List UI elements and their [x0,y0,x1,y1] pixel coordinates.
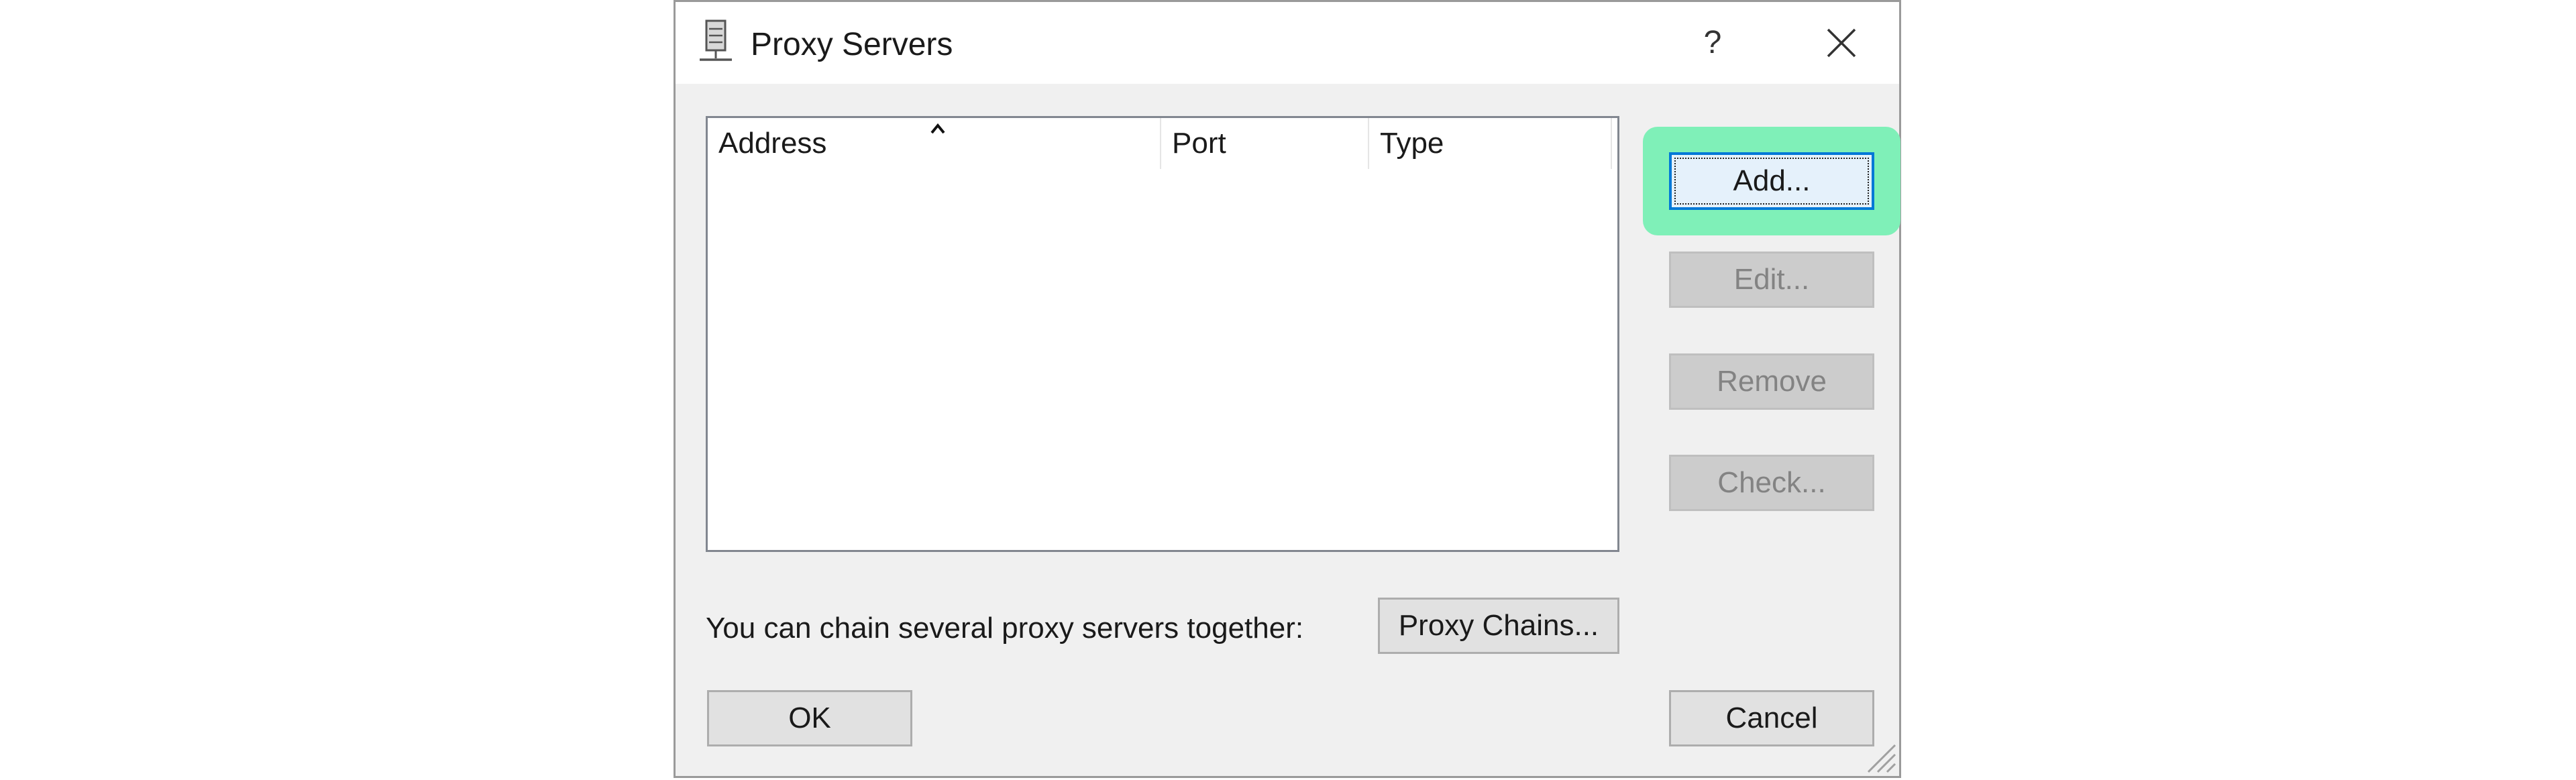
server-icon [700,19,732,61]
resize-grip-icon[interactable] [1859,736,1896,773]
column-header-label: Port [1172,127,1226,160]
column-header-port[interactable]: Port [1161,118,1369,169]
cancel-button[interactable]: Cancel [1669,690,1874,746]
proxy-chains-button[interactable]: Proxy Chains... [1378,598,1619,654]
remove-button[interactable]: Remove [1669,353,1874,410]
help-button[interactable]: ? [1686,19,1739,66]
title-bar: Proxy Servers ? [676,2,1899,84]
ok-button[interactable]: OK [707,690,912,746]
close-icon[interactable] [1815,19,1868,66]
add-button[interactable]: Add... [1669,152,1874,210]
column-header-type[interactable]: Type [1369,118,1612,169]
column-header-label: Address [718,127,827,160]
proxy-list[interactable]: Address Port Type [706,116,1619,552]
chain-description: You can chain several proxy servers toge… [706,612,1304,645]
edit-button[interactable]: Edit... [1669,252,1874,308]
sort-ascending-icon [930,123,945,134]
dialog-title: Proxy Servers [751,27,953,62]
proxy-servers-dialog: Proxy Servers ? Address Port Type Add...… [674,0,1901,778]
column-header-label: Type [1380,127,1444,160]
check-button[interactable]: Check... [1669,455,1874,511]
column-header-address[interactable]: Address [708,118,1161,169]
